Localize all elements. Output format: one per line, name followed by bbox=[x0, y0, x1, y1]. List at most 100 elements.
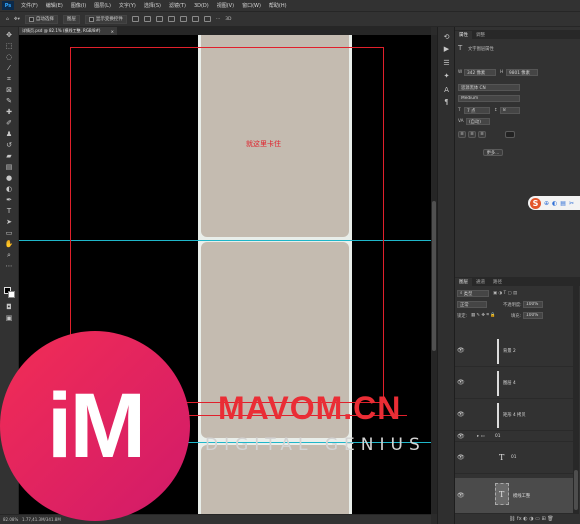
visibility-eye-icon[interactable]: 👁 bbox=[457, 433, 465, 440]
lock-icons[interactable]: ▦ ✎ ✥ ⌗ 🔒 bbox=[471, 313, 496, 318]
clone-stamp-icon[interactable]: ♟ bbox=[4, 130, 14, 138]
layer-row-selected[interactable]: 👁 T 模线工整 bbox=[455, 478, 575, 514]
badge-icon-3[interactable]: ▤ bbox=[560, 200, 566, 207]
tracking-field[interactable]: (自动) bbox=[466, 118, 490, 125]
lasso-tool-icon[interactable]: ◌ bbox=[4, 53, 14, 61]
layer-filter-dropdown[interactable]: ⌕ 类型 bbox=[457, 290, 489, 297]
fill-field[interactable]: 100% bbox=[523, 312, 543, 319]
distribute-icon[interactable] bbox=[203, 16, 211, 22]
menu-window[interactable]: 窗口(W) bbox=[238, 2, 265, 9]
brush-tool-icon[interactable]: ✐ bbox=[4, 119, 14, 127]
visibility-eye-icon[interactable]: 👁 bbox=[457, 347, 465, 354]
tab-adjustments[interactable]: 调整 bbox=[472, 31, 489, 39]
move-tool-icon[interactable]: ✥ bbox=[4, 31, 14, 39]
filter-icons[interactable]: ▣ ◑ T ▢ ▤ bbox=[493, 291, 517, 296]
layers-scrollbar[interactable] bbox=[573, 280, 579, 514]
menu-file[interactable]: 文件(F) bbox=[17, 2, 42, 9]
more-options-icon[interactable]: ··· bbox=[216, 17, 220, 22]
visibility-eye-icon[interactable]: 👁 bbox=[457, 492, 465, 499]
tab-properties[interactable]: 属性 bbox=[455, 31, 472, 39]
quick-mask-icon[interactable]: ◘ bbox=[4, 303, 14, 311]
visibility-eye-icon[interactable]: 👁 bbox=[457, 454, 465, 461]
align-right-text-icon[interactable]: ≡ bbox=[478, 131, 486, 138]
scrollbar-thumb[interactable] bbox=[432, 201, 436, 351]
menu-image[interactable]: 图像(I) bbox=[67, 2, 90, 9]
align-top-icon[interactable] bbox=[167, 16, 175, 22]
gradient-tool-icon[interactable]: ▤ bbox=[4, 163, 14, 171]
badge-icon-4[interactable]: ✂ bbox=[569, 200, 574, 207]
width-field[interactable]: 342 像素 bbox=[464, 69, 496, 76]
paragraph-panel-icon[interactable]: ¶ bbox=[442, 97, 451, 106]
shape-tool-icon[interactable]: ▭ bbox=[4, 229, 14, 237]
badge-icon-2[interactable]: ◐ bbox=[552, 200, 557, 207]
align-middle-icon[interactable] bbox=[179, 16, 187, 22]
visibility-eye-icon[interactable]: 👁 bbox=[457, 379, 465, 386]
align-right-icon[interactable] bbox=[155, 16, 163, 22]
tab-channels[interactable]: 通道 bbox=[472, 278, 489, 286]
height-field[interactable]: 9801 像素 bbox=[506, 69, 538, 76]
font-style-dropdown[interactable]: Medium bbox=[458, 95, 520, 102]
frame-tool-icon[interactable]: ⊠ bbox=[4, 86, 14, 94]
align-bottom-icon[interactable] bbox=[191, 16, 199, 22]
eraser-tool-icon[interactable]: ▰ bbox=[4, 152, 14, 160]
history-panel-icon[interactable]: ⟲ bbox=[442, 32, 451, 41]
opacity-field[interactable]: 100% bbox=[523, 301, 543, 308]
layer-row[interactable]: 👁 矩形 4 拷贝 bbox=[455, 400, 575, 431]
dodge-tool-icon[interactable]: ◐ bbox=[4, 185, 14, 193]
auto-select-target-dropdown[interactable]: 图层 bbox=[62, 14, 80, 24]
menu-3d[interactable]: 3D(D) bbox=[190, 3, 213, 9]
layer-group-row[interactable]: 👁 ▸ ▭ 01 bbox=[455, 432, 575, 442]
tab-layers[interactable]: 图层 bbox=[455, 278, 472, 286]
adjust-panel-icon[interactable]: ☰ bbox=[442, 58, 451, 67]
home-icon[interactable]: ⌂ bbox=[6, 17, 9, 22]
menu-edit[interactable]: 编辑(E) bbox=[42, 2, 67, 9]
align-center-icon[interactable] bbox=[143, 16, 151, 22]
crop-tool-icon[interactable]: ⌗ bbox=[4, 75, 14, 83]
history-brush-icon[interactable]: ↺ bbox=[4, 141, 14, 149]
brush-settings-icon[interactable]: ✦ bbox=[442, 71, 451, 80]
menu-layer[interactable]: 图层(L) bbox=[90, 2, 115, 9]
pen-tool-icon[interactable]: ✒ bbox=[4, 196, 14, 204]
visibility-eye-icon[interactable]: 👁 bbox=[457, 411, 465, 418]
auto-select-checkbox[interactable]: 自动选择 bbox=[24, 14, 58, 24]
font-family-dropdown[interactable]: 思源黑体 CN bbox=[458, 84, 520, 91]
align-left-text-icon[interactable]: ≡ bbox=[458, 131, 466, 138]
move-tool-icon[interactable]: ✥▾ bbox=[14, 17, 20, 22]
leading-field[interactable]: 8 bbox=[500, 107, 520, 114]
marquee-tool-icon[interactable]: ⬚ bbox=[4, 42, 14, 50]
scrollbar-thumb[interactable] bbox=[574, 470, 578, 510]
document-tab[interactable]: 详情页.psd @ 82.1% (模线工整, RGB/8#) × bbox=[19, 27, 117, 35]
layer-row[interactable]: 👁 T 01 bbox=[455, 443, 575, 474]
menu-view[interactable]: 视图(V) bbox=[213, 2, 238, 9]
more-button[interactable]: 更多... bbox=[483, 149, 503, 156]
screen-mode-icon[interactable]: ▣ bbox=[4, 314, 14, 322]
layer-row[interactable]: 👁 图层 4 bbox=[455, 368, 575, 399]
menu-filter[interactable]: 滤镜(T) bbox=[165, 2, 190, 9]
blur-tool-icon[interactable]: ● bbox=[4, 174, 14, 182]
tab-paths[interactable]: 路径 bbox=[489, 278, 506, 286]
type-tool-icon[interactable]: T bbox=[4, 207, 14, 215]
show-transform-checkbox[interactable]: 显示变换控件 bbox=[84, 14, 127, 24]
actions-panel-icon[interactable]: ▶ bbox=[442, 44, 451, 53]
layer-row[interactable]: 👁 背景 2 bbox=[455, 336, 575, 367]
zoom-tool-icon[interactable]: ⌕ bbox=[4, 251, 14, 259]
background-color-swatch[interactable] bbox=[8, 291, 15, 298]
3d-mode-icon[interactable]: 3D bbox=[225, 17, 231, 22]
zoom-level[interactable]: 82.08% bbox=[0, 517, 22, 522]
align-center-text-icon[interactable]: ≡ bbox=[468, 131, 476, 138]
badge-icon-1[interactable]: ⊕ bbox=[544, 200, 549, 207]
font-size-field[interactable]: 7 点 bbox=[464, 107, 490, 114]
text-color-swatch[interactable] bbox=[505, 131, 515, 138]
quick-select-tool-icon[interactable]: ⁄ bbox=[4, 64, 14, 72]
hand-tool-icon[interactable]: ✋ bbox=[4, 240, 14, 248]
path-select-tool-icon[interactable]: ➤ bbox=[4, 218, 14, 226]
healing-brush-icon[interactable]: ✚ bbox=[4, 108, 14, 116]
character-panel-icon[interactable]: A bbox=[442, 85, 451, 94]
input-method-badge[interactable]: S ⊕ ◐ ▤ ✂ bbox=[528, 196, 580, 210]
align-left-icon[interactable] bbox=[131, 16, 139, 22]
menu-type[interactable]: 文字(Y) bbox=[115, 2, 140, 9]
menu-help[interactable]: 帮助(H) bbox=[265, 2, 291, 9]
eyedropper-tool-icon[interactable]: ✎ bbox=[4, 97, 14, 105]
close-tab-icon[interactable]: × bbox=[111, 29, 114, 34]
layer-footer-icons[interactable]: ⛓ fx ◐ ◑ ▭ ⊞ 🗑 bbox=[509, 516, 554, 522]
